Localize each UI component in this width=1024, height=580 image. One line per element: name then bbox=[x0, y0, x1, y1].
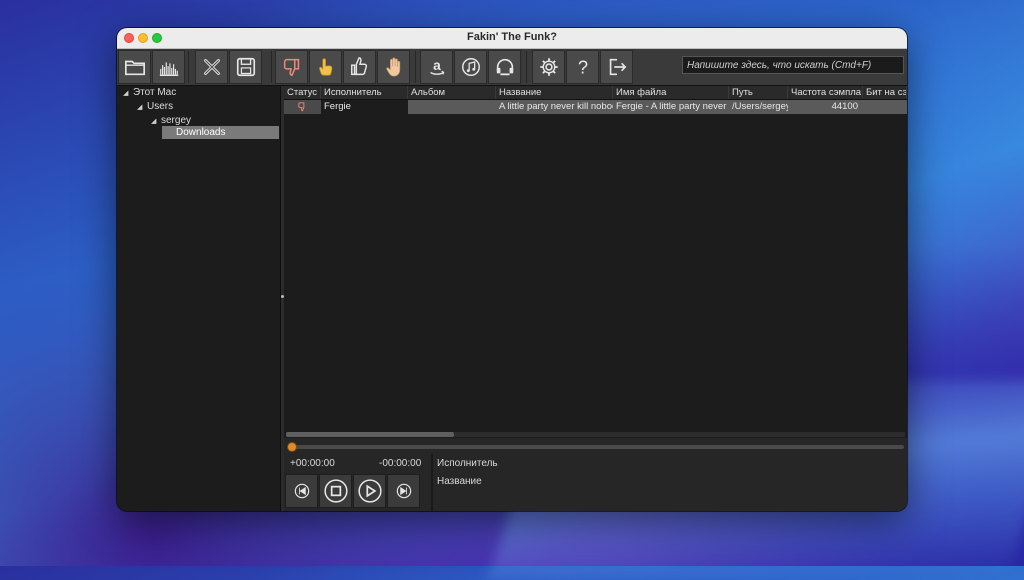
exit-button[interactable] bbox=[600, 50, 633, 84]
play-button[interactable] bbox=[353, 474, 386, 508]
next-button[interactable] bbox=[387, 474, 420, 508]
seek-knob[interactable] bbox=[287, 442, 297, 452]
stop-icon bbox=[323, 479, 348, 503]
column-header-filename[interactable]: Имя файла bbox=[613, 86, 729, 99]
title-bar: Fakin' The Funk? bbox=[117, 28, 907, 49]
column-header-bits[interactable]: Бит на сэмпл bbox=[863, 86, 907, 99]
bits-cell bbox=[863, 100, 907, 114]
remaining-time: -00:00:00 bbox=[379, 458, 422, 469]
hand-stop-button[interactable] bbox=[377, 50, 410, 84]
previous-button[interactable] bbox=[285, 474, 318, 508]
info-separator bbox=[431, 454, 433, 511]
column-header-title[interactable]: Название bbox=[496, 86, 613, 99]
app-window: Fakin' The Funk? a ? Напишите здесь, что… bbox=[117, 28, 907, 511]
column-header-path[interactable]: Путь bbox=[729, 86, 788, 99]
clear-button[interactable] bbox=[195, 50, 228, 84]
help-button[interactable]: ? bbox=[566, 50, 599, 84]
itunes-button[interactable] bbox=[454, 50, 487, 84]
tracks-table: Статус Исполнитель Альбом Название Имя ф… bbox=[284, 86, 907, 436]
seek-bar[interactable] bbox=[290, 445, 904, 449]
stop-button[interactable] bbox=[319, 474, 352, 508]
thumb-up-icon bbox=[350, 57, 367, 76]
filename-cell: Fergie - A little party never kill nobod… bbox=[616, 101, 729, 112]
toolbar: a ? bbox=[117, 49, 907, 86]
track-title-label: Название bbox=[437, 476, 482, 487]
title-cell: A little party never kill nobody bbox=[499, 101, 613, 112]
album-cell bbox=[408, 100, 496, 114]
open-folder-button[interactable] bbox=[118, 50, 151, 84]
clear-icon bbox=[203, 59, 220, 75]
table-row[interactable]: Fergie A little party never kill nobody … bbox=[284, 100, 907, 114]
table-header: Статус Исполнитель Альбом Название Имя ф… bbox=[284, 86, 907, 100]
svg-text:?: ? bbox=[577, 56, 587, 77]
column-header-album[interactable]: Альбом bbox=[408, 86, 496, 99]
expanded-triangle-icon[interactable]: ◢ bbox=[137, 101, 147, 114]
settings-button[interactable] bbox=[532, 50, 565, 84]
previous-icon bbox=[294, 483, 309, 499]
path-cell: /Users/sergey/Downloads bbox=[732, 101, 788, 112]
artist-cell: Fergie bbox=[321, 100, 408, 114]
headphones-icon bbox=[496, 58, 513, 76]
horizontal-scrollbar[interactable] bbox=[286, 432, 905, 437]
column-header-sample-rate[interactable]: Частота сэмпла bbox=[788, 86, 863, 99]
amazon-button[interactable]: a bbox=[420, 50, 453, 84]
next-icon bbox=[396, 483, 411, 499]
analyze-button[interactable] bbox=[152, 50, 185, 84]
search-input[interactable] bbox=[682, 56, 904, 74]
headphones-button[interactable] bbox=[488, 50, 521, 84]
svg-text:a: a bbox=[433, 58, 441, 73]
play-icon bbox=[357, 479, 382, 503]
exit-icon bbox=[609, 58, 626, 76]
elapsed-time: +00:00:00 bbox=[290, 458, 335, 469]
analyze-icon bbox=[159, 62, 178, 76]
thumb-down-button[interactable] bbox=[275, 50, 308, 84]
thumb-up-button[interactable] bbox=[343, 50, 376, 84]
thumb-point-icon bbox=[318, 58, 332, 76]
amazon-icon: a bbox=[429, 58, 444, 75]
help-icon: ? bbox=[577, 56, 587, 77]
status-cell bbox=[284, 100, 321, 114]
tree-item-downloads[interactable]: Downloads bbox=[162, 126, 279, 139]
hand-stop-icon bbox=[385, 57, 400, 77]
thumb-down-icon bbox=[283, 58, 299, 76]
tree-item-this-mac[interactable]: ◢ Этот Mac bbox=[123, 86, 176, 99]
open-folder-icon bbox=[124, 60, 145, 76]
save-icon bbox=[236, 57, 255, 77]
scrollbar-thumb[interactable] bbox=[286, 432, 454, 437]
sample-rate-cell: 44100 bbox=[831, 101, 858, 112]
player-panel: +00:00:00 -00:00:00 Исполнитель Название bbox=[284, 438, 907, 511]
track-artist-label: Исполнитель bbox=[437, 458, 498, 469]
column-header-status[interactable]: Статус bbox=[284, 86, 321, 99]
tree-item-users[interactable]: ◢ Users bbox=[137, 100, 173, 113]
expanded-triangle-icon[interactable]: ◢ bbox=[123, 87, 133, 100]
window-title: Fakin' The Funk? bbox=[466, 31, 557, 43]
itunes-icon bbox=[461, 58, 480, 76]
column-header-artist[interactable]: Исполнитель bbox=[321, 86, 408, 99]
save-button[interactable] bbox=[229, 50, 262, 84]
folder-tree: ◢ Этот Mac ◢ Users ◢ sergey Downloads bbox=[117, 86, 281, 511]
thumb-point-button[interactable] bbox=[309, 50, 342, 84]
thumb-down-icon bbox=[298, 102, 305, 112]
expanded-triangle-icon[interactable]: ◢ bbox=[151, 115, 161, 128]
settings-icon bbox=[539, 58, 558, 76]
